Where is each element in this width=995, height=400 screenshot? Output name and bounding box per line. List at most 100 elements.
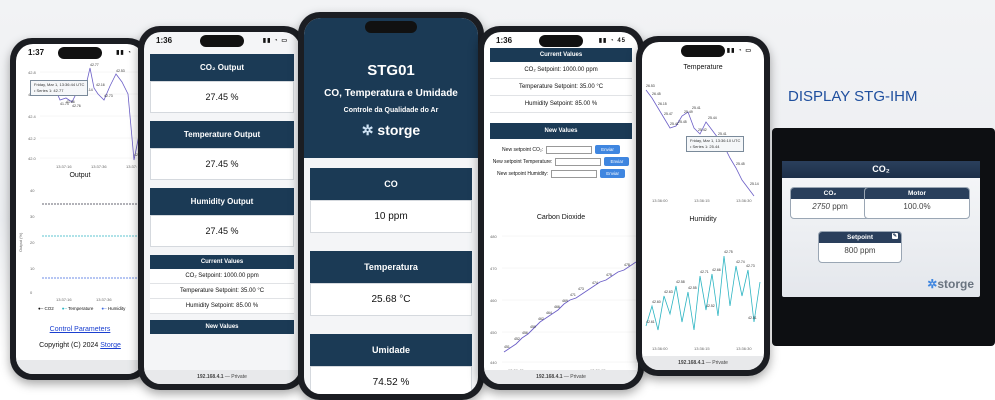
app-header: STG01 CO, Temperatura e Umidade Controle…	[304, 18, 478, 158]
y-tick: 450	[490, 330, 497, 335]
co2-chart-title: Carbon Dioxide	[536, 214, 586, 221]
co2-setpoint-label: New setpoint CO₂:	[502, 146, 544, 153]
humidity-chart-title: Humidity	[689, 216, 717, 223]
storge-logo-icon: ✲	[361, 122, 374, 138]
temperature-setpoint-row: Temperature Setpoint: 35.00 °C	[490, 79, 632, 96]
temperature-chart-title: Temperature	[683, 64, 723, 71]
current-values-panel: Current Values CO₂ Setpoint: 1000.00 ppm…	[150, 255, 294, 314]
phone-notch	[681, 45, 725, 57]
x-tick: 13:37:16	[56, 297, 72, 302]
x-tick: 13:36:00	[652, 198, 668, 203]
new-values-form: New setpoint CO₂: Enviar New setpoint Tem…	[490, 139, 632, 184]
humidity-submit-button[interactable]: Enviar	[600, 169, 625, 178]
point-label: 25.42	[698, 128, 707, 132]
y-axis-label: Output (%)	[18, 232, 23, 252]
y-tick: 10	[30, 266, 35, 271]
point-label: 42.55	[688, 286, 697, 290]
card-title: CO	[310, 168, 472, 200]
display-heading: DISPLAY STG-IHM	[788, 88, 918, 105]
legend-temperature: ●– Temperature	[61, 306, 94, 311]
device-title: STG01	[367, 62, 415, 79]
point-label: 471	[570, 293, 576, 297]
point-label: 451	[504, 345, 510, 349]
point-label: 42.71	[700, 270, 709, 274]
phone-notch	[539, 35, 583, 47]
setpoint-panel[interactable]: Setpoint ✎ 800 ppm	[818, 231, 902, 263]
point-label: 459	[530, 325, 536, 329]
co2-setpoint-row: CO₂ Setpoint: 1000.00 ppm	[490, 62, 632, 79]
point-label: 42.51	[748, 316, 757, 320]
humidity-setpoint-input[interactable]	[551, 169, 598, 178]
device-subtitle: CO, Temperatura e Umidade	[324, 88, 458, 99]
point-label: 42.74	[736, 260, 745, 264]
control-parameters-link[interactable]: Control Parameters	[16, 326, 144, 333]
storge-logo: ✲ storge	[361, 122, 421, 138]
card-value: 27.45 %	[150, 148, 294, 180]
y-tick: 480	[490, 234, 497, 239]
point-label: 42.58	[676, 280, 685, 284]
new-values-title: New Values	[490, 123, 632, 139]
point-label: 42.52	[706, 304, 715, 308]
point-label: 25.45	[736, 162, 745, 166]
x-tick: 13:37:36	[91, 164, 107, 169]
card-title: Umidade	[310, 334, 472, 366]
point-label: 25.14	[750, 182, 759, 186]
co2-output-card: CO₂ Output 27.45 %	[150, 54, 294, 113]
humidity-setpoint-label: New setpoint Humidity:	[497, 170, 549, 177]
co-card: CO 10 ppm	[310, 168, 472, 233]
temperature-submit-button[interactable]: Enviar	[604, 157, 630, 166]
point-label: 26.15	[658, 102, 667, 106]
humidity-output-card: Humidity Output 27.45 %	[150, 188, 294, 247]
storge-logo-icon: ✲	[927, 277, 938, 291]
point-label: 25.49	[684, 110, 693, 114]
co2-panel-label: CO₂	[791, 188, 869, 199]
phone-notch	[365, 21, 417, 33]
y-tick: 42.8	[28, 70, 37, 75]
x-tick: 13:37:	[126, 164, 137, 169]
card-value: 27.45 %	[150, 215, 294, 247]
point-label: 26.53	[646, 84, 655, 88]
chart-tooltip: Friday, Mar 1, 13:36:10 UTC • Series 1: 2…	[686, 136, 745, 152]
point-label: 469	[562, 299, 568, 303]
humidity-line-chart: 42.75 42.7442.73 42.71 42.66 42.63 42.61 42.60…	[645, 250, 761, 351]
phone-screen: 1:36 ▮▮ ◔ 45 Current Values CO₂ Setpoint:…	[484, 32, 638, 384]
copyright: Copyright (C) 2024 Storge	[39, 342, 121, 349]
edit-icon[interactable]: ✎	[891, 233, 898, 239]
co2-series	[503, 261, 637, 353]
hmi-screen: CO₂ CO₂ 2750 ppm Motor 100.0% Setpoint ✎ …	[782, 161, 980, 297]
y-tick: 42.0	[28, 156, 37, 161]
device-subtitle-2: Controle da Qualidade do Ar	[343, 107, 439, 114]
browser-footer	[16, 360, 144, 374]
x-tick: 13:36:00	[652, 346, 668, 351]
phone-screen: 1:37 ▮▮ ◔ 42.8 42.6 42.4 42.2 42.0 13:37:…	[16, 44, 144, 374]
phone-outputs: 1:36 ▮▮ ◔ ▭ CO₂ Output 27.45 % Temperatur…	[138, 26, 306, 390]
phone-setpoints: 1:36 ▮▮ ◔ 45 Current Values CO₂ Setpoint:…	[478, 26, 644, 390]
output-chart-title: Output	[69, 172, 91, 179]
temperature-setpoint-input[interactable]	[555, 157, 602, 166]
motor-panel: Motor 100.0%	[864, 187, 970, 219]
point-label: 462	[538, 317, 544, 321]
card-value: 27.45 %	[150, 81, 294, 113]
battery-indicator: ▮▮ ◔ 45	[598, 37, 626, 44]
new-values-title: New Values	[150, 320, 294, 334]
clock: 1:36	[496, 35, 513, 45]
point-label: 473	[578, 287, 584, 291]
temperature-setpoint-row: Temperature Setpoint: 35.00 °C	[150, 284, 294, 299]
hmi-device: CO₂ CO₂ 2750 ppm Motor 100.0% Setpoint ✎ …	[772, 128, 995, 346]
point-label: 42.53	[116, 69, 125, 73]
phone-screen: ▮▮ ◔ ▭ Temperature 26.53 26.45 26.15 25.47 2…	[642, 42, 764, 370]
point-label: 456	[522, 331, 528, 335]
phone-notch	[200, 35, 244, 47]
signal-icon: ▮▮ ◔ ▭	[262, 37, 288, 44]
phone-screen: STG01 CO, Temperatura e Umidade Controle…	[304, 18, 478, 394]
point-label: 42.63	[664, 290, 673, 294]
co2-setpoint-input[interactable]	[546, 145, 593, 154]
phone-charts: 1:37 ▮▮ ◔ 42.8 42.6 42.4 42.2 42.0 13:37:…	[10, 38, 150, 380]
x-tick: 13:36:15	[694, 198, 710, 203]
browser-footer: 192.168.4.1 — Private	[144, 370, 300, 384]
card-value: 10 ppm	[310, 200, 472, 233]
copyright-brand-link[interactable]: Storge	[100, 342, 121, 349]
phone-sensor-charts: ▮▮ ◔ ▭ Temperature 26.53 26.45 26.15 25.47 2…	[636, 36, 770, 376]
co2-submit-button[interactable]: Enviar	[595, 145, 620, 154]
motor-panel-value: 100.0%	[903, 202, 931, 211]
